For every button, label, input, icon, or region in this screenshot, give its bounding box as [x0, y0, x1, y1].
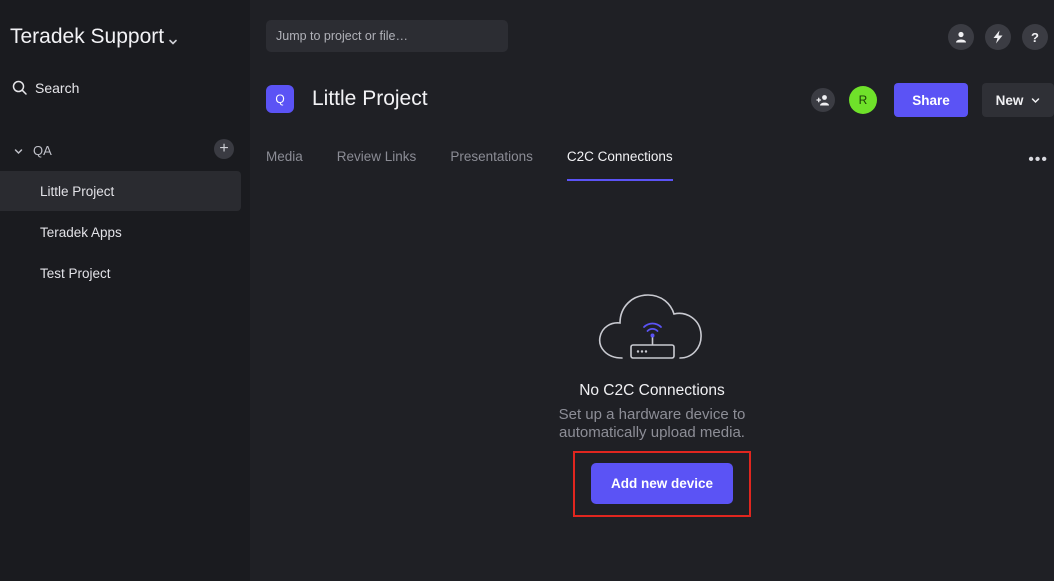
empty-state: No C2C Connections Set up a hardware dev… [250, 282, 1054, 442]
sidebar-item-label: Test Project [40, 265, 111, 281]
jump-to-search-input[interactable] [266, 20, 508, 52]
top-icons: ? [948, 24, 1048, 50]
project-header: Q Little Project [266, 85, 428, 113]
sidebar-item-little-project[interactable]: Little Project [0, 171, 241, 211]
sidebar-item-test-project[interactable]: Test Project [0, 253, 241, 293]
tab-review-links[interactable]: Review Links [337, 149, 417, 181]
empty-state-subtitle-line: Set up a hardware device to [558, 406, 746, 423]
help-icon[interactable]: ? [1022, 24, 1048, 50]
avatar[interactable]: R [849, 86, 877, 114]
add-new-device-button[interactable]: Add new device [591, 463, 733, 504]
team-name: QA [33, 142, 52, 158]
new-button[interactable]: New [982, 83, 1054, 117]
sidebar-item-label: Teradek Apps [40, 224, 122, 240]
add-user-icon[interactable] [811, 88, 835, 112]
search-label: Search [35, 80, 80, 96]
share-button[interactable]: Share [894, 83, 968, 117]
lightning-icon[interactable] [985, 24, 1011, 50]
empty-state-title: No C2C Connections [579, 382, 725, 399]
sidebar: Teradek Support Search QA + Little Proje… [0, 0, 250, 581]
cloud-router-icon [598, 294, 702, 359]
tab-presentations[interactable]: Presentations [450, 149, 533, 181]
tab-c2c-connections[interactable]: C2C Connections [566, 149, 673, 181]
tab-media[interactable]: Media [266, 149, 303, 181]
header-actions: R Share New [811, 83, 1054, 117]
empty-state-subtitle-line: automatically upload media. [559, 424, 745, 441]
team-section-header[interactable]: QA + [14, 139, 234, 161]
user-icon[interactable] [948, 24, 974, 50]
main-content: ? Q Little Project R Share New Media Rev… [250, 0, 1054, 581]
chevron-down-icon [1032, 97, 1040, 103]
empty-state-subtitle: Set up a hardware device to automaticall… [250, 406, 1054, 442]
sidebar-item-teradek-apps[interactable]: Teradek Apps [0, 212, 241, 252]
project-badge: Q [266, 85, 294, 113]
page-title: Little Project [312, 87, 428, 110]
new-button-label: New [995, 92, 1024, 108]
workspace-name: Teradek Support [10, 25, 165, 48]
project-tabs: Media Review Links Presentations C2C Con… [266, 149, 707, 181]
chevron-down-icon [14, 143, 23, 158]
chevron-down-icon [168, 28, 178, 52]
workspace-switcher[interactable]: Teradek Support [10, 22, 178, 52]
highlight-box: Add new device [573, 451, 751, 517]
search-icon [12, 80, 27, 95]
more-options-icon[interactable]: ••• [1028, 151, 1048, 169]
sidebar-item-label: Little Project [40, 183, 115, 199]
sidebar-search[interactable]: Search [12, 80, 79, 96]
add-project-button[interactable]: + [214, 139, 234, 159]
